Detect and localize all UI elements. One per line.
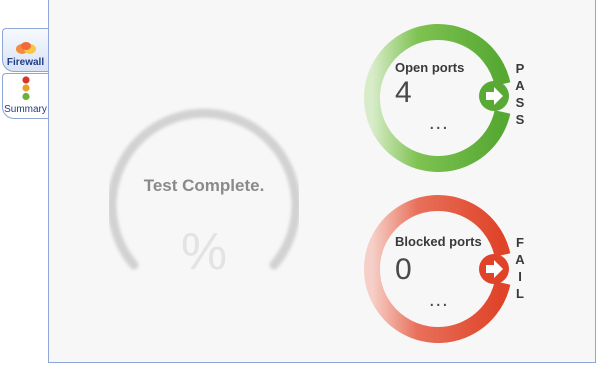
tab-strip: Firewall Summary — [0, 0, 50, 367]
firewall-icon — [15, 42, 36, 54]
test-status: Test Complete. — [143, 176, 265, 195]
verdict-letter: L — [516, 286, 524, 301]
verdict-letter: A — [515, 78, 525, 93]
verdict-letter: F — [516, 235, 524, 250]
open-ports-ring — [364, 24, 511, 172]
open-ports-verdict: P A S S — [514, 60, 526, 128]
tab-firewall-label: Firewall — [6, 57, 45, 68]
open-ports-label: Open ports — [395, 60, 465, 75]
tab-summary[interactable]: Summary — [2, 73, 48, 119]
traffic-light-icon — [21, 76, 30, 101]
blocked-ports-label: Blocked ports — [395, 234, 482, 249]
blocked-ports-more: ... — [429, 289, 449, 311]
verdict-letter: S — [515, 95, 525, 110]
verdict-letter: P — [515, 61, 525, 76]
percent-symbol: % — [180, 223, 228, 281]
verdict-letter: S — [515, 112, 525, 127]
verdict-letter: I — [518, 269, 522, 284]
main-panel: Test Complete. % Open ports 4 ... P A S … — [48, 0, 596, 363]
blocked-ports-ring — [364, 195, 511, 343]
blocked-ports-verdict: F A I L — [514, 234, 526, 302]
blocked-ports-count: 0 — [395, 253, 412, 286]
tab-summary-label: Summary — [4, 104, 47, 115]
verdict-letter: A — [515, 252, 525, 267]
tab-firewall[interactable]: Firewall — [2, 28, 48, 72]
open-ports-more: ... — [429, 112, 449, 134]
open-ports-count: 4 — [395, 76, 412, 109]
